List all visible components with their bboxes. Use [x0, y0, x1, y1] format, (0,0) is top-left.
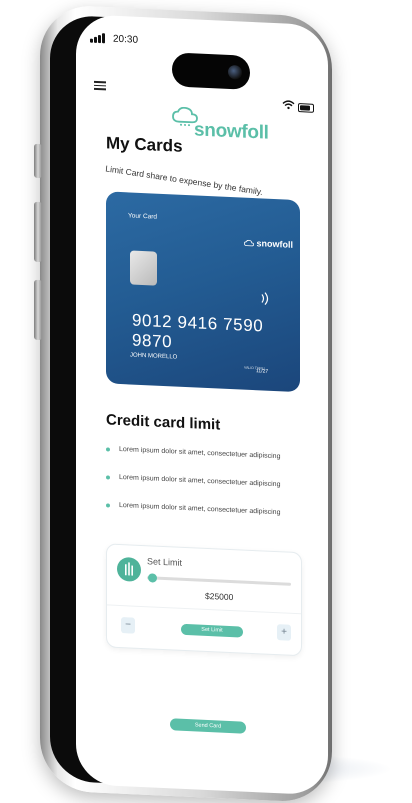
contactless-icon [261, 292, 269, 305]
bullet-dot [106, 475, 110, 480]
card-chip [130, 250, 157, 286]
hamburger-menu-icon[interactable] [94, 79, 106, 92]
divider [107, 604, 301, 615]
bullet-item: Lorem ipsum dolor sit amet, consectetuer… [119, 473, 281, 489]
decrease-button[interactable]: − [121, 617, 135, 634]
limit-icon [117, 556, 141, 582]
phone-screen: 20:30 snowfoll My Cards Limit Card share… [76, 14, 328, 796]
bars-icon [125, 562, 133, 576]
limit-amount: $25000 [205, 590, 234, 603]
card-label: Your Card [128, 212, 158, 221]
limit-section-title: Credit card limit [106, 411, 221, 434]
volume-down-button [34, 279, 42, 341]
card-expiry: 11/27 [256, 368, 269, 375]
wifi-icon [282, 100, 295, 110]
card-holder: JOHN MORELLO [130, 352, 178, 361]
bullet-dot [106, 503, 110, 508]
bullet-item: Lorem ipsum dolor sit amet, consectetuer… [119, 445, 281, 461]
set-limit-button[interactable]: Set Limit [181, 623, 243, 638]
increase-button[interactable]: + [277, 624, 291, 641]
signal-icon [90, 33, 105, 44]
bullet-item: Lorem ipsum dolor sit amet, consectetuer… [119, 501, 281, 517]
limit-slider-knob[interactable] [147, 573, 157, 583]
card-cloud-icon [243, 239, 255, 246]
status-time: 20:30 [113, 33, 139, 46]
set-limit-label: Set Limit [147, 556, 183, 568]
volume-up-button [34, 201, 42, 263]
battery-icon [298, 103, 314, 113]
card-brand: snowfoll [243, 238, 294, 250]
limit-slider-track[interactable] [147, 576, 291, 586]
brand-logo-text: snowfoll [194, 119, 269, 144]
silent-switch [34, 143, 42, 179]
credit-card[interactable]: Your Card snowfoll 9012 9416 7590 9870 J… [106, 191, 300, 393]
bullet-dot [106, 447, 110, 452]
card-brand-text: snowfoll [256, 238, 294, 250]
page-title: My Cards [106, 133, 183, 156]
front-camera [228, 64, 242, 80]
set-limit-panel: Set Limit $25000 − Set Limit + [106, 543, 302, 657]
send-card-button[interactable]: Send Card [170, 718, 246, 734]
card-number: 9012 9416 7590 9870 [132, 310, 264, 352]
dynamic-island [172, 52, 250, 90]
